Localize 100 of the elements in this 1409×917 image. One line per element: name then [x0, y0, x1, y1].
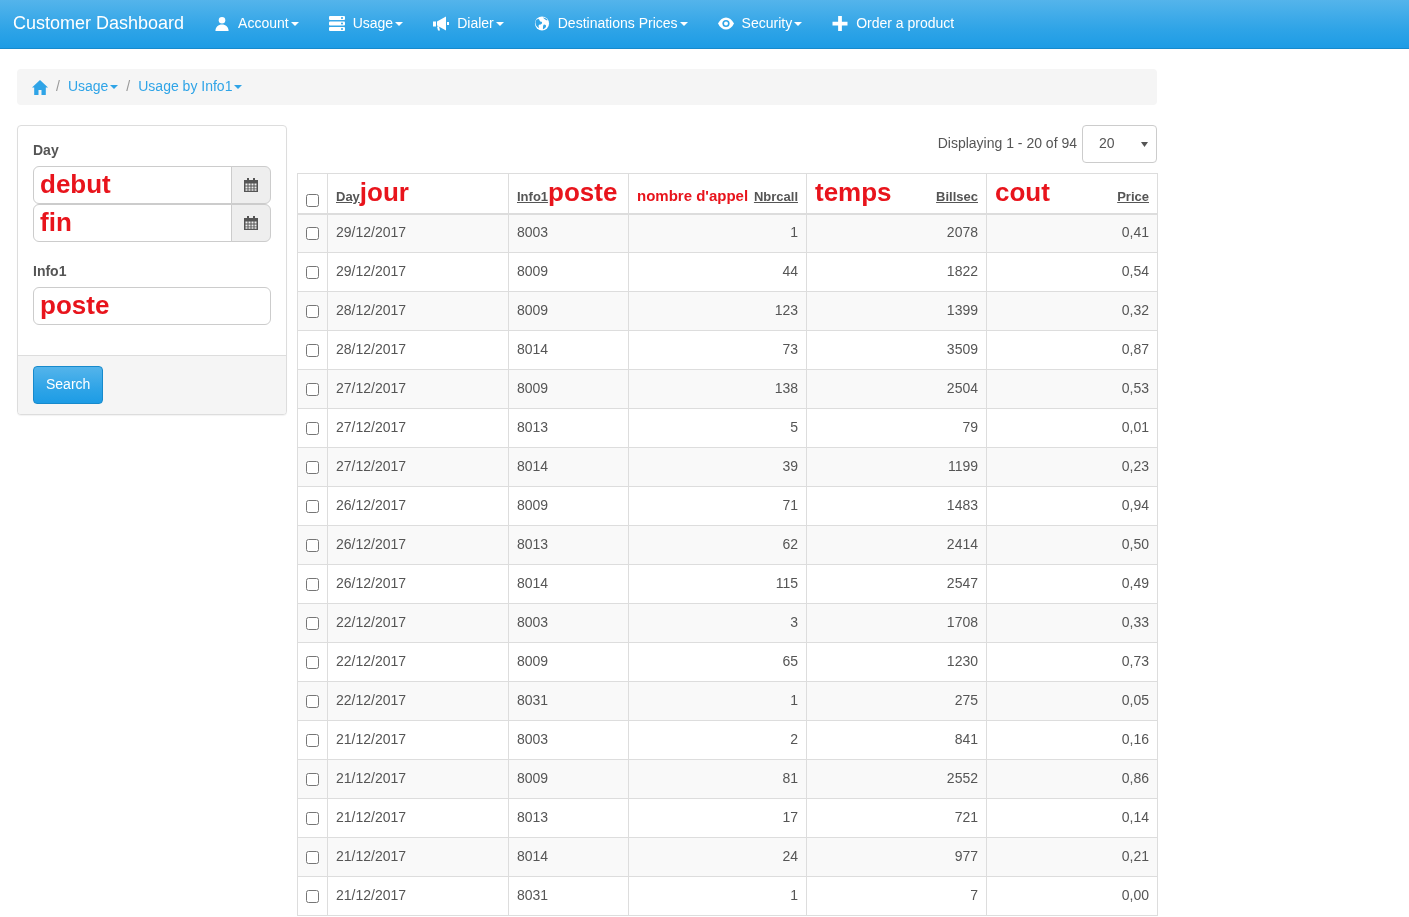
annotation-text: temps: [815, 178, 892, 205]
row-checkbox[interactable]: [306, 772, 319, 786]
table-cell: 123: [628, 291, 807, 331]
annotation-text: nombre d'appel: [637, 187, 749, 203]
home-icon: [32, 79, 48, 95]
table-cell: 1708: [806, 603, 987, 643]
row-checkbox[interactable]: [306, 226, 319, 240]
nav-menu-link[interactable]: Security: [702, 14, 818, 34]
table-cell: 21/12/2017: [327, 798, 509, 838]
search-button[interactable]: Search: [33, 365, 104, 404]
table-cell: 1: [628, 681, 807, 721]
table-cell: 0,73: [986, 642, 1158, 682]
table-cell: 0,54: [986, 252, 1158, 292]
column-sort-link[interactable]: Billsec: [936, 187, 978, 207]
table-cell: 22/12/2017: [327, 642, 509, 682]
table-cell: 65: [628, 642, 807, 682]
table-cell: 8013: [508, 798, 629, 838]
calendar-button[interactable]: [231, 166, 271, 204]
table-cell: 841: [806, 720, 987, 760]
table-cell: 8031: [508, 681, 629, 721]
calendar-button[interactable]: [231, 204, 271, 242]
globe-icon: [533, 16, 550, 32]
table-cell: 28/12/2017: [327, 330, 509, 370]
table-cell: 29/12/2017: [327, 252, 509, 292]
column-sort-link[interactable]: Nbrcall: [753, 187, 798, 207]
table-cell: 0,05: [986, 681, 1158, 721]
date-input-field[interactable]: debut: [33, 166, 232, 204]
row-checkbox[interactable]: [306, 421, 319, 435]
table-cell: 0,32: [986, 291, 1158, 331]
table-cell: 8009: [508, 369, 629, 409]
table-cell: 115: [628, 564, 807, 604]
table-cell: 62: [628, 525, 807, 565]
table-cell: 2078: [806, 213, 987, 253]
table-cell: 71: [628, 486, 807, 526]
table-cell: 8009: [508, 759, 629, 799]
nav-menu-link[interactable]: Account: [199, 14, 314, 34]
breadcrumb-link[interactable]: Usage by Info1: [138, 77, 243, 97]
row-checkbox[interactable]: [306, 382, 319, 396]
row-checkbox[interactable]: [306, 694, 319, 708]
row-checkbox[interactable]: [306, 460, 319, 474]
nav-menu-link[interactable]: Usage: [313, 14, 419, 34]
table-cell: 8014: [508, 330, 629, 370]
row-checkbox[interactable]: [306, 304, 319, 318]
table-cell: 1822: [806, 252, 987, 292]
row-checkbox[interactable]: [306, 733, 319, 747]
table-cell: 17: [628, 798, 807, 838]
nav-menu-link[interactable]: Order a product: [817, 14, 970, 34]
row-checkbox[interactable]: [306, 577, 319, 591]
table-cell: 73: [628, 330, 807, 370]
table-cell: 79: [806, 408, 987, 448]
field-label: Day: [33, 141, 60, 160]
row-checkbox[interactable]: [306, 616, 319, 630]
table-cell: 8003: [508, 213, 629, 253]
row-checkbox[interactable]: [306, 889, 319, 903]
row-checkbox[interactable]: [306, 343, 319, 357]
table-cell: 2: [628, 720, 807, 760]
row-checkbox[interactable]: [306, 499, 319, 513]
table-cell: 26/12/2017: [327, 564, 509, 604]
table-cell: 8014: [508, 837, 629, 877]
column-sort-link[interactable]: Info1: [517, 187, 549, 207]
table-cell: 2504: [806, 369, 987, 409]
select-all-checkbox[interactable]: [306, 193, 319, 207]
table-cell: 8009: [508, 252, 629, 292]
text-input-field[interactable]: poste: [33, 286, 271, 325]
row-checkbox[interactable]: [306, 811, 319, 825]
table-cell: 21/12/2017: [327, 720, 509, 760]
stacked-bars-icon: [328, 16, 345, 32]
table-cell: 8009: [508, 642, 629, 682]
date-input-field[interactable]: fin: [33, 204, 232, 242]
caret-icon: [1141, 141, 1148, 147]
column-sort-link[interactable]: Day: [336, 187, 360, 207]
annotation-text: poste: [548, 178, 618, 205]
table-cell: 27/12/2017: [327, 408, 509, 448]
megaphone-icon: [433, 16, 450, 32]
row-checkbox[interactable]: [306, 655, 319, 669]
table-cell: 8013: [508, 525, 629, 565]
table-cell: 8013: [508, 408, 629, 448]
home-link[interactable]: [32, 79, 48, 95]
row-checkbox[interactable]: [306, 265, 319, 279]
breadcrumb-link[interactable]: Usage: [67, 77, 119, 97]
table-cell: 3: [628, 603, 807, 643]
calendar-icon: [244, 216, 258, 230]
table-cell: 0,33: [986, 603, 1158, 643]
table-cell: 0,14: [986, 798, 1158, 838]
table-cell: 0,00: [986, 876, 1158, 916]
table-cell: 0,41: [986, 213, 1158, 253]
nav-menu-link[interactable]: Destinations Prices: [518, 14, 703, 34]
page-size-select[interactable]: 20: [1082, 125, 1157, 163]
brand-link[interactable]: Customer Dashboard: [13, 11, 185, 37]
nav-menu-link[interactable]: Dialer: [418, 14, 519, 34]
table-cell: 44: [628, 252, 807, 292]
table-cell: 721: [806, 798, 987, 838]
table-cell: 0,21: [986, 837, 1158, 877]
column-sort-link[interactable]: Price: [1117, 187, 1149, 207]
table-cell: 81: [628, 759, 807, 799]
row-checkbox[interactable]: [306, 850, 319, 864]
row-checkbox[interactable]: [306, 538, 319, 552]
table-cell: 21/12/2017: [327, 759, 509, 799]
table-cell: 8003: [508, 603, 629, 643]
table-cell: 3509: [806, 330, 987, 370]
